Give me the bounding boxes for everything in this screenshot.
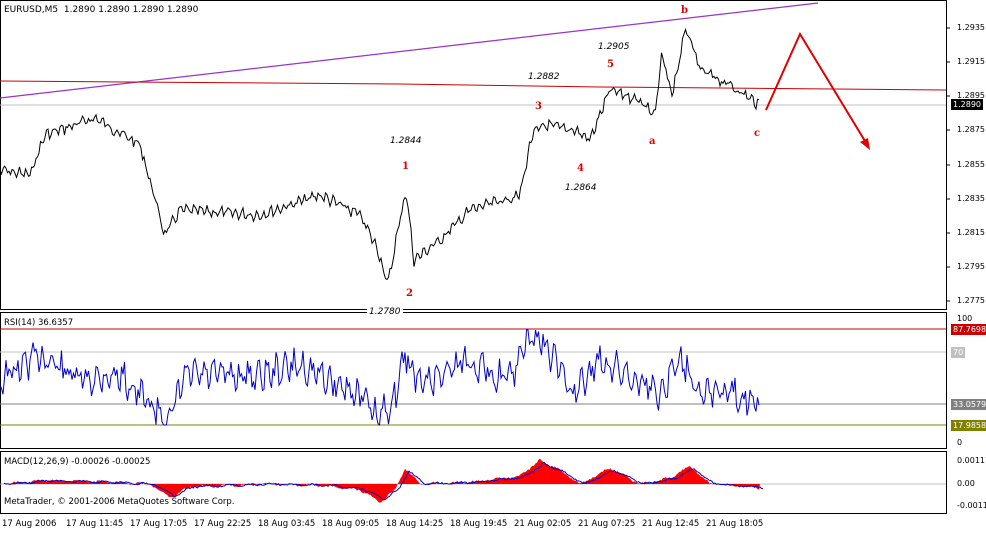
wave-label-a: a [649,136,656,147]
macd-tick: 0.00 [957,479,975,488]
symbol-name: EURUSD,M5 [4,5,59,15]
rsi-level-box: 87.7698 [951,324,986,335]
time-tick: 21 Aug 12:45 [642,519,700,529]
time-tick: 17 Aug 2006 [2,519,57,529]
forecast-arrow[interactable] [765,31,869,147]
wave-label-3: 3 [535,101,542,112]
price-tick: 1.2935 [957,23,985,32]
price-tick: 1.2875 [957,125,985,134]
wave-label-b: b [681,5,688,16]
wave-label-c: c [754,128,761,139]
ohlc-values: 1.2890 1.2890 1.2890 1.2890 [63,5,199,15]
rsi-series [0,329,760,427]
time-tick: 18 Aug 09:05 [322,519,380,529]
rsi-tick: 0 [957,438,963,447]
price-tick: 1.2835 [957,194,985,203]
rsi-tick: 70 [951,347,966,358]
wave-label-4: 4 [577,163,584,174]
rsi-panel-frame [0,312,947,449]
rsi-level-box: 33.0579 [951,399,986,410]
time-tick: 21 Aug 07:25 [578,519,636,529]
price-tick: 1.2855 [957,160,985,169]
macd-tick: -0.00117 [957,501,986,510]
time-tick: 21 Aug 02:05 [514,519,572,529]
symbol-title: EURUSD,M5 1.2890 1.2890 1.2890 1.2890 [4,5,198,15]
time-tick: 17 Aug 11:45 [66,519,124,529]
current-price-box: 1.2890 [951,99,983,110]
macd-tick: 0.00117 [957,456,986,465]
chart-canvas[interactable] [0,0,986,552]
price-tick: 1.2815 [957,228,985,237]
price-tick: 1.2915 [957,57,985,66]
rsi-tick: 100 [957,314,973,323]
resistance-line[interactable] [0,80,947,91]
price-tick: 1.2775 [957,296,985,305]
rsi-level-box: 17.9858 [951,420,986,431]
price-panel-frame [0,0,947,310]
time-tick: 21 Aug 18:05 [706,519,764,529]
price-annotation: 1.2882 [528,72,560,82]
time-tick: 17 Aug 22:25 [194,519,252,529]
price-annotation: 1.2905 [598,42,630,52]
copyright-text: MetaTrader, © 2001-2006 MetaQuotes Softw… [4,497,235,507]
price-series [0,27,760,281]
time-tick: 17 Aug 17:05 [130,519,188,529]
price-annotation: 1.2780 [367,307,403,317]
price-tick: 1.2795 [957,262,985,271]
wave-label-5: 5 [607,59,614,70]
time-tick: 18 Aug 03:45 [258,519,316,529]
time-tick: 18 Aug 14:25 [386,519,444,529]
forecast-arrowhead [860,138,870,150]
time-tick: 18 Aug 19:45 [450,519,508,529]
wave-label-1: 1 [402,161,409,172]
rsi-title: RSI(14) 36.6357 [4,318,74,328]
price-annotation: 1.2864 [565,183,597,193]
price-annotation: 1.2844 [390,136,422,146]
wave-label-2: 2 [406,288,413,299]
macd-title: MACD(12,26,9) -0.00026 -0.00025 [4,457,151,467]
